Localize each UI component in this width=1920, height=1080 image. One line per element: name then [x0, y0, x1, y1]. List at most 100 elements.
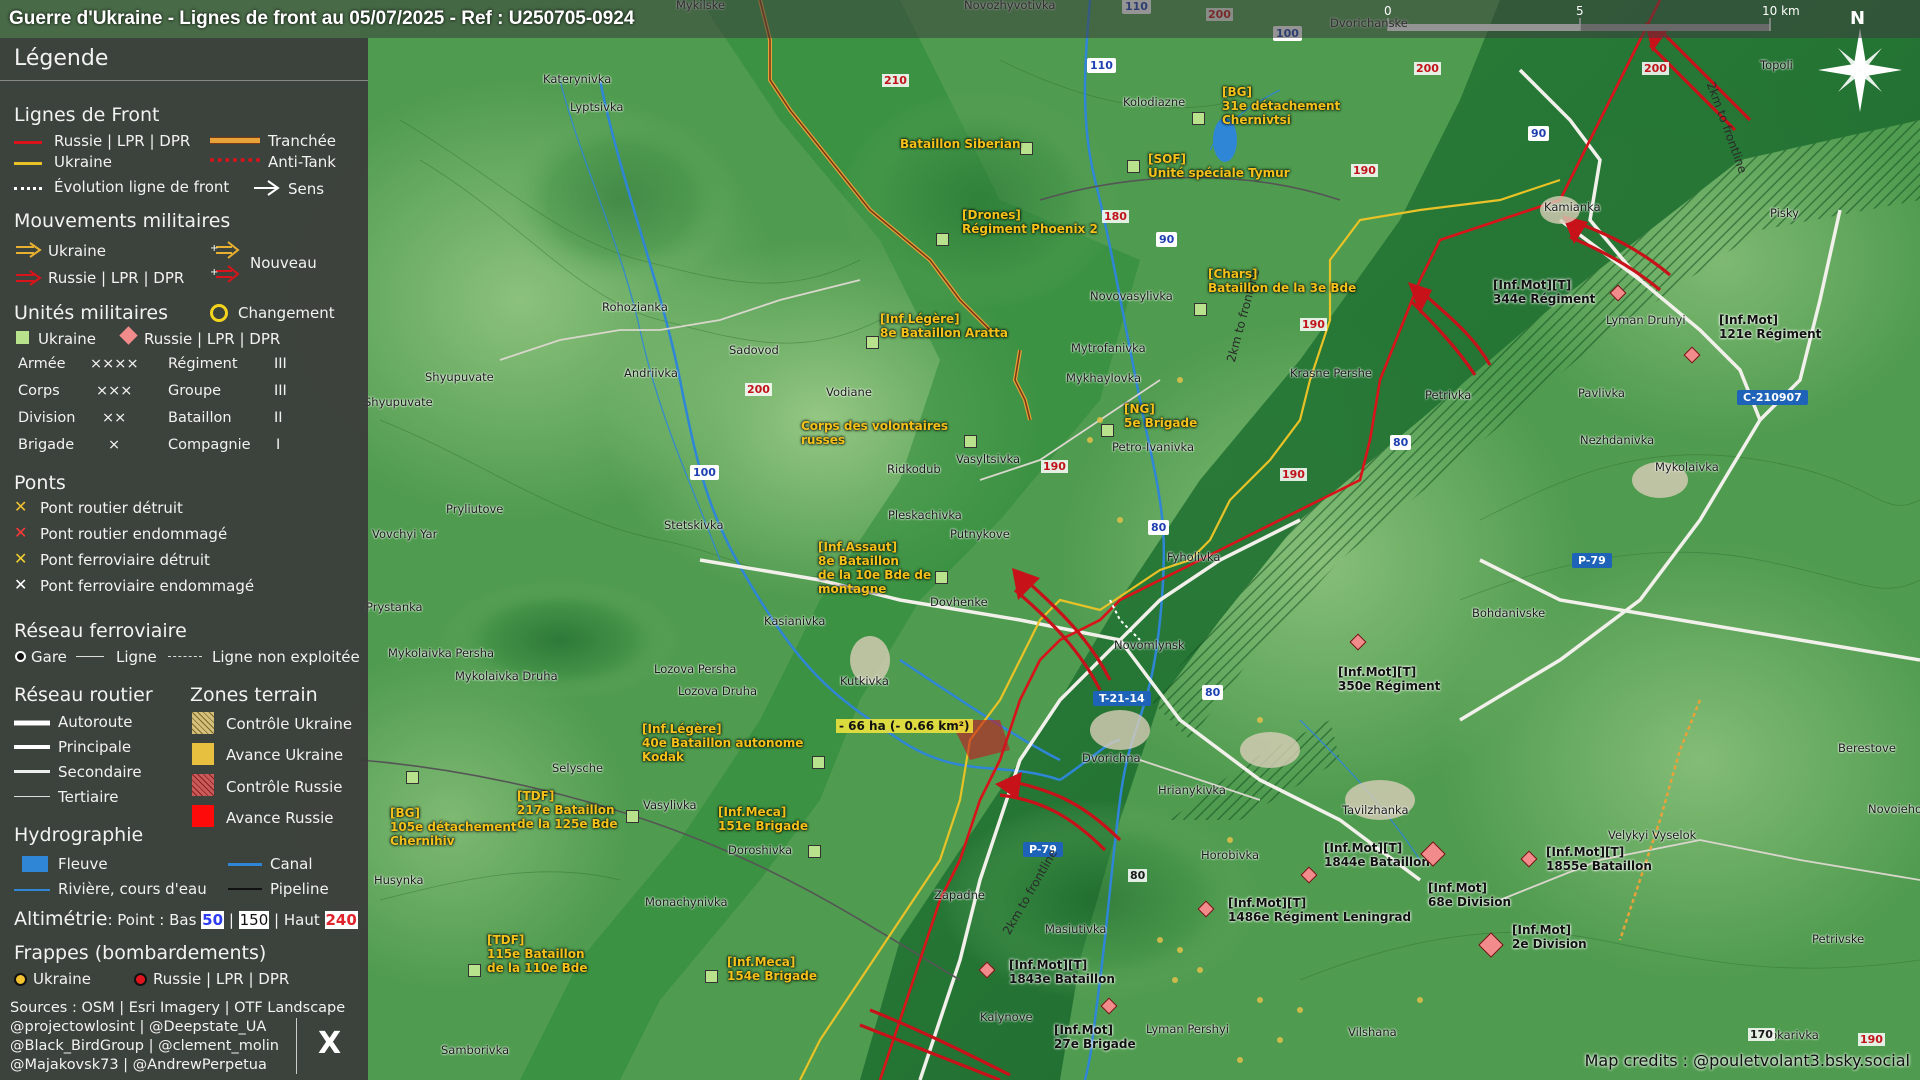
russia-movement-label: Russie | LPR | DPR — [48, 269, 185, 287]
road-item: Principale — [58, 738, 132, 756]
page-title: Guerre d'Ukraine - Lignes de front au 05… — [9, 8, 635, 29]
unit-size-name: Corps — [18, 383, 60, 399]
canal-swatch — [228, 863, 262, 866]
sources-line: Sources : OSM | Esri Imagery | OTF Lands… — [10, 1000, 346, 1016]
strikes-heading: Frappes (bombardements) — [14, 942, 267, 964]
rail-unused-label: Ligne non exploitée — [212, 648, 360, 666]
scalebar-tick-10: 10 km — [1762, 4, 1800, 18]
unit-size-name: Compagnie — [168, 437, 251, 453]
ukraine-movement-arrow-icon — [16, 242, 42, 258]
altitude-row: Altimétrie: Point : Bas 50 | 150 | Haut … — [14, 908, 358, 930]
unit-size-name: Groupe — [168, 383, 222, 399]
unit-size-symbol: II — [274, 410, 283, 426]
new-movement-arrows-icon: ++ — [210, 241, 240, 283]
sources-line: @Majakovsk73 | @AndrewPerpetua — [10, 1057, 267, 1073]
pipeline-swatch — [228, 888, 262, 890]
terrain-item: Contrôle Ukraine — [226, 715, 353, 733]
altitude-text: | Haut — [269, 911, 325, 929]
stream-swatch — [14, 889, 50, 891]
russia-movement-arrow-icon — [16, 270, 42, 286]
evolution-line-swatch — [14, 187, 42, 190]
legend-divider — [0, 80, 368, 81]
trench-swatch — [210, 137, 260, 144]
rail-bridge-damaged-icon: ✕ — [14, 575, 28, 594]
altitude-separator: | — [224, 911, 239, 929]
altitude-heading: Altimétrie — [14, 908, 108, 930]
russia-line-swatch — [14, 141, 42, 144]
pipeline-label: Pipeline — [270, 880, 329, 898]
legend-panel: Légende Lignes de Front Russie | LPR | D… — [0, 38, 368, 1080]
trench-label: Tranchée — [268, 132, 337, 150]
ukraine-unit-label: Ukraine — [38, 330, 96, 348]
change-circle-icon — [210, 304, 228, 322]
ukraine-movement-label: Ukraine — [48, 242, 106, 260]
station-label: Gare — [31, 648, 67, 666]
units-heading: Unités militaires — [14, 302, 169, 324]
movements-heading: Mouvements militaires — [14, 210, 231, 232]
ukraine-line-swatch — [14, 162, 42, 165]
road-item: Tertiaire — [58, 788, 119, 806]
road-item: Secondaire — [58, 763, 142, 781]
svg-text:+: + — [210, 243, 218, 254]
unit-size-name: Brigade — [18, 437, 75, 453]
stream-label: Rivière, cours d'eau — [58, 880, 207, 898]
tertiary-road-swatch — [14, 796, 50, 797]
unit-size-name: Régiment — [168, 356, 238, 372]
unit-size-name: Armée — [18, 356, 66, 372]
russia-strike-icon — [134, 973, 147, 986]
roads-heading: Réseau routier — [14, 684, 153, 706]
altitude-mid-value: 150 — [238, 911, 270, 929]
altitude-text: : Point : Bas — [107, 911, 202, 929]
hydro-heading: Hydrographie — [14, 824, 144, 846]
evolution-line-label: Évolution ligne de front — [54, 178, 230, 196]
rail-bridge-destroyed-icon: ✕ — [14, 549, 28, 568]
sources-line: @projectowlosint | @Deepstate_UA — [10, 1019, 267, 1035]
direction-arrow-icon — [254, 180, 280, 196]
secondary-road-swatch — [14, 770, 50, 773]
bridge-item: Pont ferroviaire endommagé — [40, 577, 255, 595]
main-road-swatch — [14, 745, 50, 749]
ukraine-line-label: Ukraine — [54, 153, 112, 171]
unit-size-symbol: III — [274, 356, 287, 372]
change-label: Changement — [238, 304, 335, 322]
rail-line-label: Ligne — [116, 648, 157, 666]
ukraine-strike-icon — [14, 973, 27, 986]
rail-unused-swatch — [168, 656, 202, 657]
road-bridge-damaged-icon: ✕ — [14, 523, 28, 542]
russia-advance-swatch — [192, 805, 214, 827]
rail-line-swatch — [76, 656, 104, 657]
terrain-item: Avance Ukraine — [226, 746, 344, 764]
x-logo-icon[interactable]: X — [318, 1026, 341, 1061]
river-label: Fleuve — [58, 855, 108, 873]
altitude-high-value: 240 — [324, 911, 358, 929]
highway-swatch — [14, 720, 50, 726]
unit-size-symbol: III — [274, 383, 287, 399]
terrain-heading: Zones terrain — [190, 684, 318, 706]
sources-divider — [296, 1018, 297, 1074]
terrain-item: Avance Russie — [226, 809, 334, 827]
antitank-label: Anti-Tank — [268, 153, 336, 171]
station-icon — [15, 651, 26, 662]
unit-size-name: Division — [18, 410, 76, 426]
russia-unit-diamond-icon — [119, 326, 138, 345]
front-lines-heading: Lignes de Front — [14, 104, 160, 126]
ukraine-unit-square-icon — [16, 331, 29, 344]
scalebar-tick-5: 5 — [1576, 4, 1584, 18]
unit-size-symbol: I — [276, 437, 281, 453]
unit-size-name: Bataillon — [168, 410, 232, 426]
map-credits: Map credits : @pouletvolant3.bsky.social — [1584, 1051, 1910, 1070]
altitude-low-value: 50 — [201, 911, 225, 929]
russia-line-label: Russie | LPR | DPR — [54, 132, 191, 150]
unit-size-symbol: ×××× — [90, 356, 139, 372]
rail-heading: Réseau ferroviaire — [14, 620, 187, 642]
antitank-swatch — [210, 158, 260, 162]
legend-header: Légende — [14, 46, 109, 71]
bridges-heading: Ponts — [14, 472, 66, 494]
russia-strike-label: Russie | LPR | DPR — [153, 970, 290, 988]
bridge-item: Pont ferroviaire détruit — [40, 551, 210, 569]
new-movement-label: Nouveau — [250, 254, 317, 272]
unit-size-symbol: × — [108, 437, 121, 453]
ukraine-advance-swatch — [192, 743, 214, 765]
bridge-item: Pont routier détruit — [40, 499, 183, 517]
title-bar: Guerre d'Ukraine - Lignes de front au 05… — [0, 0, 1920, 38]
